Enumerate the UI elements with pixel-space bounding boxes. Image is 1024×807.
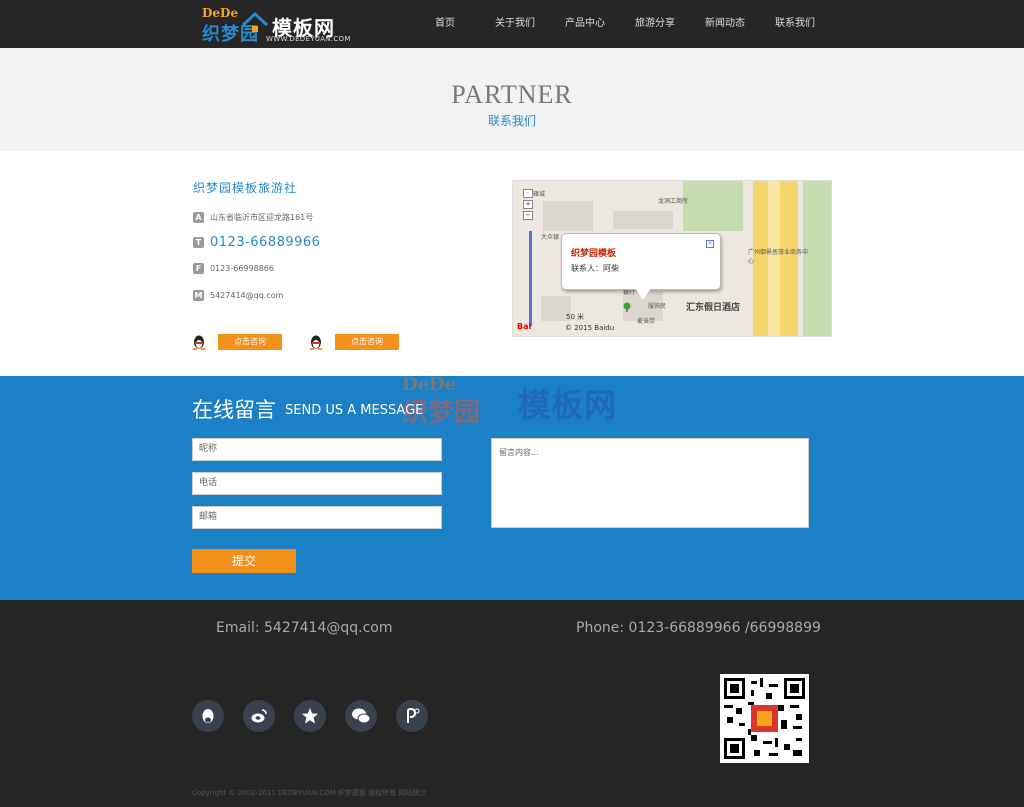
map-hotel-label: 汇东假日酒店 [686, 303, 741, 313]
nav-news[interactable]: 新闻动态 [690, 0, 760, 48]
map-route [529, 231, 532, 326]
p-icon[interactable] [396, 700, 428, 732]
map-label: 龙洞工商所 [658, 198, 689, 205]
phone-row: T 0123-66889966 [193, 235, 320, 250]
map-pan-up[interactable]: · [523, 189, 533, 198]
qq-consult-label: 点击咨询 [218, 334, 282, 350]
address-row: A 山东省临沂市区迎龙路161号 [193, 212, 313, 223]
star-icon[interactable] [294, 700, 326, 732]
qq-icon[interactable] [192, 700, 224, 732]
footer-email: Email: 5427414@qq.com [216, 620, 393, 636]
footer-phone: Phone: 0123-66889966 /66998899 [576, 620, 821, 636]
map-label: 广州御景居旅业商务中心 [748, 249, 809, 265]
map-block [543, 201, 593, 231]
map-label: 雍城 [533, 191, 546, 198]
map-pin-icon[interactable] [623, 302, 631, 312]
email-field[interactable]: 邮箱 [192, 506, 442, 529]
banner-subtitle: 联系我们 [487, 114, 536, 128]
watermark-brand: 模板网 [518, 386, 618, 424]
map-popup-contact: 联系人：阿柴 [571, 264, 619, 273]
company-name: 织梦园模板旅游社 [193, 181, 298, 195]
submit-button[interactable]: 提交 [192, 549, 296, 573]
map-popup-title: 织梦园模板 [571, 249, 617, 259]
message-subtitle: SEND US A MESSAGE [285, 403, 424, 418]
logo-url: WWW.DEDEYUAN.COM [266, 35, 351, 43]
qq-penguin-icon [309, 335, 323, 350]
qq-consult-button-2[interactable]: 点击咨询 [309, 334, 399, 350]
map-label: 麦当劳 [637, 318, 656, 325]
address-text: 山东省临沂市区迎龙路161号 [210, 213, 314, 222]
fax-text: 0123-66998866 [210, 264, 274, 273]
site-logo[interactable]: DeDe 织梦园 模板网 WWW.DEDEYUAN.COM [200, 6, 350, 45]
qr-code [720, 674, 809, 763]
footer-copyright: Copyright © 2002-2011 DEDEYUAN.COM 织梦模板 … [192, 789, 427, 797]
banner-title: PARTNER [451, 80, 573, 109]
nav-products[interactable]: 产品中心 [550, 0, 620, 48]
email-row: M 5427414@qq.com [193, 290, 283, 301]
wechat-icon[interactable] [345, 700, 377, 732]
phone-icon: T [193, 237, 204, 248]
close-icon[interactable]: × [706, 240, 714, 248]
logo-dede: DeDe [202, 6, 239, 20]
message-title: 在线留言 [192, 398, 276, 422]
nav-contact[interactable]: 联系我们 [760, 0, 830, 48]
map-block [613, 211, 673, 229]
fax-row: F 0123-66998866 [193, 263, 274, 274]
name-field[interactable]: 昵称 [192, 438, 442, 461]
watermark-logo: DeDe 织梦园 模板网 [400, 374, 640, 436]
map-popup-tail [635, 288, 651, 300]
weibo-icon[interactable] [243, 700, 275, 732]
address-icon: A [193, 212, 204, 223]
baidu-map[interactable]: · + − 龙洞工商所 大众银 广州御景居旅业商务中心 麦当劳 服饰民 银行 雍… [512, 180, 832, 337]
phone-field[interactable]: 电话 [192, 472, 442, 495]
baidu-logo: Bai [517, 322, 532, 331]
map-park [683, 181, 743, 231]
map-scale: 50 米 [566, 313, 585, 321]
map-label: 服饰民 [648, 303, 667, 310]
message-textarea[interactable]: 留言内容... [491, 438, 809, 528]
map-zoom-in[interactable]: + [523, 200, 533, 209]
phone-text: 0123-66889966 [210, 235, 321, 250]
fax-icon: F [193, 263, 204, 274]
qq-penguin-icon [192, 335, 206, 350]
map-label: 大众银 [541, 234, 560, 241]
qq-consult-button-1[interactable]: 点击咨询 [192, 334, 282, 350]
page-banner: PARTNER 联系我们 [0, 48, 1024, 151]
header: DeDe 织梦园 模板网 WWW.DEDEYUAN.COM 首页 关于我们 产品… [0, 0, 1024, 48]
footer: Email: 5427414@qq.com Phone: 0123-668899… [0, 600, 1024, 807]
nav-about[interactable]: 关于我们 [480, 0, 550, 48]
nav-travel[interactable]: 旅游分享 [620, 0, 690, 48]
map-copyright: © 2015 Baidu [565, 324, 615, 332]
nav-home[interactable]: 首页 [410, 0, 480, 48]
email-text: 5427414@qq.com [210, 291, 284, 300]
map-zoom-out[interactable]: − [523, 211, 533, 220]
email-icon: M [193, 290, 204, 301]
main-nav: 首页 关于我们 产品中心 旅游分享 新闻动态 联系我们 [410, 0, 830, 48]
qq-consult-label: 点击咨询 [335, 334, 399, 350]
map-info-window: 织梦园模板 联系人：阿柴 × [561, 233, 721, 290]
